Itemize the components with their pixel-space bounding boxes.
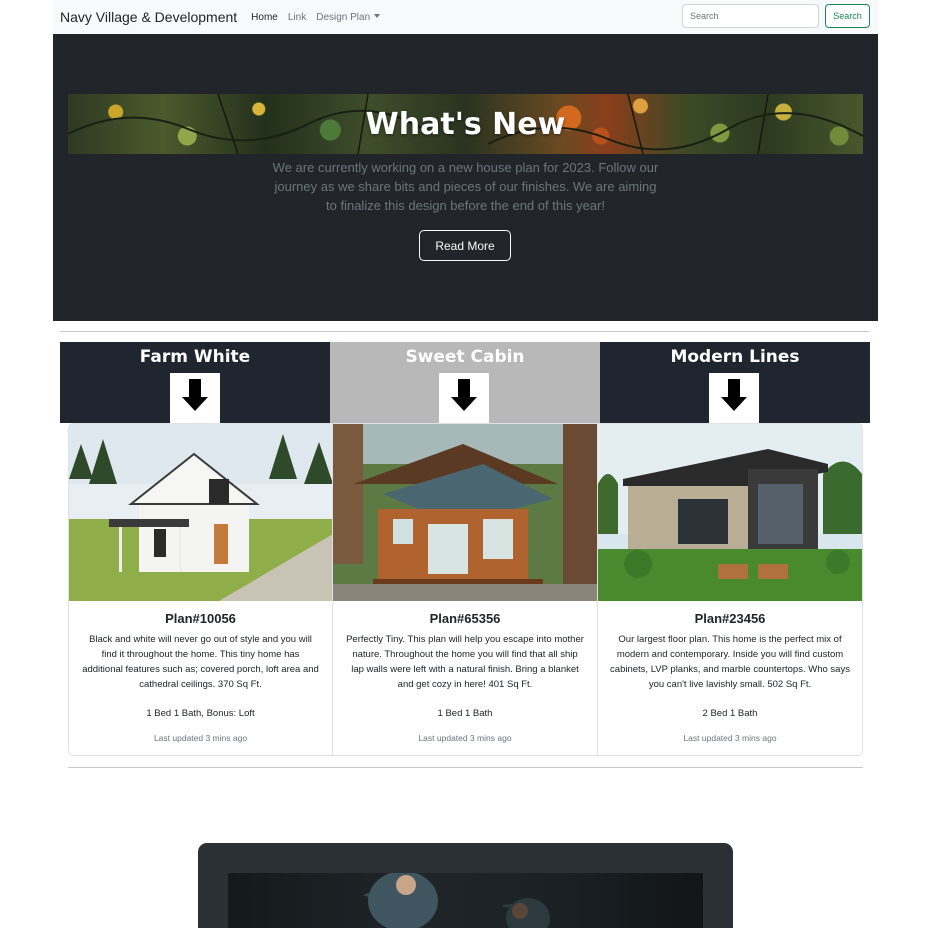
nav-dropdown-label: Design Plan bbox=[316, 11, 371, 23]
nav-link-link[interactable]: Link bbox=[288, 12, 306, 23]
search-input[interactable] bbox=[682, 4, 819, 28]
hero-title: What's New bbox=[365, 106, 566, 142]
hero-text: We are currently working on a new house … bbox=[272, 160, 659, 213]
plan-card-group: Plan#10056 Black and white will never go… bbox=[68, 423, 863, 756]
plan-card-farm-white[interactable]: Plan#10056 Black and white will never go… bbox=[69, 424, 333, 755]
navbar-brand[interactable]: Navy Village & Development bbox=[60, 9, 237, 25]
plan-header-farm-white: Farm White bbox=[60, 342, 330, 423]
divider bbox=[68, 767, 863, 768]
plan-header-title: Modern Lines bbox=[670, 347, 800, 367]
search-button[interactable]: Search bbox=[825, 4, 870, 28]
plan-header-title: Sweet Cabin bbox=[405, 347, 525, 367]
plan-title: Plan#10056 bbox=[165, 611, 236, 626]
featured-card bbox=[198, 843, 733, 928]
plan-description: Our largest floor plan. This home is the… bbox=[610, 634, 850, 690]
nav-dropdown-design-plan[interactable]: Design Plan bbox=[316, 11, 381, 23]
divider bbox=[60, 331, 869, 332]
plan-header-title: Farm White bbox=[139, 347, 251, 367]
plan-beds: 1 Bed 1 Bath, Bonus: Loft bbox=[146, 708, 255, 719]
plan-description: Black and white will never go out of sty… bbox=[82, 634, 319, 690]
caret-down-icon bbox=[374, 13, 381, 18]
featured-image bbox=[228, 873, 703, 928]
plan-updated: Last updated 3 mins ago bbox=[418, 733, 512, 743]
nav-link-home[interactable]: Home bbox=[251, 12, 278, 23]
arrow-down-icon bbox=[439, 373, 489, 423]
farm-white-house-image bbox=[69, 424, 332, 601]
hero-banner-image: What's New bbox=[68, 94, 863, 154]
plan-title: Plan#65356 bbox=[429, 611, 501, 626]
read-more-button[interactable]: Read More bbox=[419, 230, 511, 261]
modern-lines-house-image bbox=[598, 424, 862, 601]
plan-beds: 1 Bed 1 Bath bbox=[437, 708, 493, 719]
hero-section: What's New We are currently working on a… bbox=[53, 34, 878, 321]
plan-card-modern-lines[interactable]: Plan#23456 Our largest floor plan. This … bbox=[598, 424, 862, 755]
navbar: Navy Village & Development Home Link Des… bbox=[53, 0, 878, 34]
plan-card-sweet-cabin[interactable]: Plan#65356 Perfectly Tiny. This plan wil… bbox=[333, 424, 598, 755]
plan-header-sweet-cabin: Sweet Cabin bbox=[330, 342, 600, 423]
plan-beds: 2 Bed 1 Bath bbox=[702, 708, 758, 719]
sweet-cabin-house-image bbox=[333, 424, 597, 601]
search-form: Search bbox=[682, 4, 870, 28]
arrow-down-icon bbox=[709, 373, 759, 423]
nav-links: Home Link Design Plan bbox=[251, 12, 390, 23]
plan-updated: Last updated 3 mins ago bbox=[153, 733, 248, 743]
plan-description: Perfectly Tiny. This plan will help you … bbox=[346, 634, 584, 690]
plan-title: Plan#23456 bbox=[694, 611, 766, 626]
plan-header-modern-lines: Modern Lines bbox=[600, 342, 870, 423]
arrow-down-icon bbox=[170, 373, 220, 423]
plan-updated: Last updated 3 mins ago bbox=[683, 733, 777, 743]
